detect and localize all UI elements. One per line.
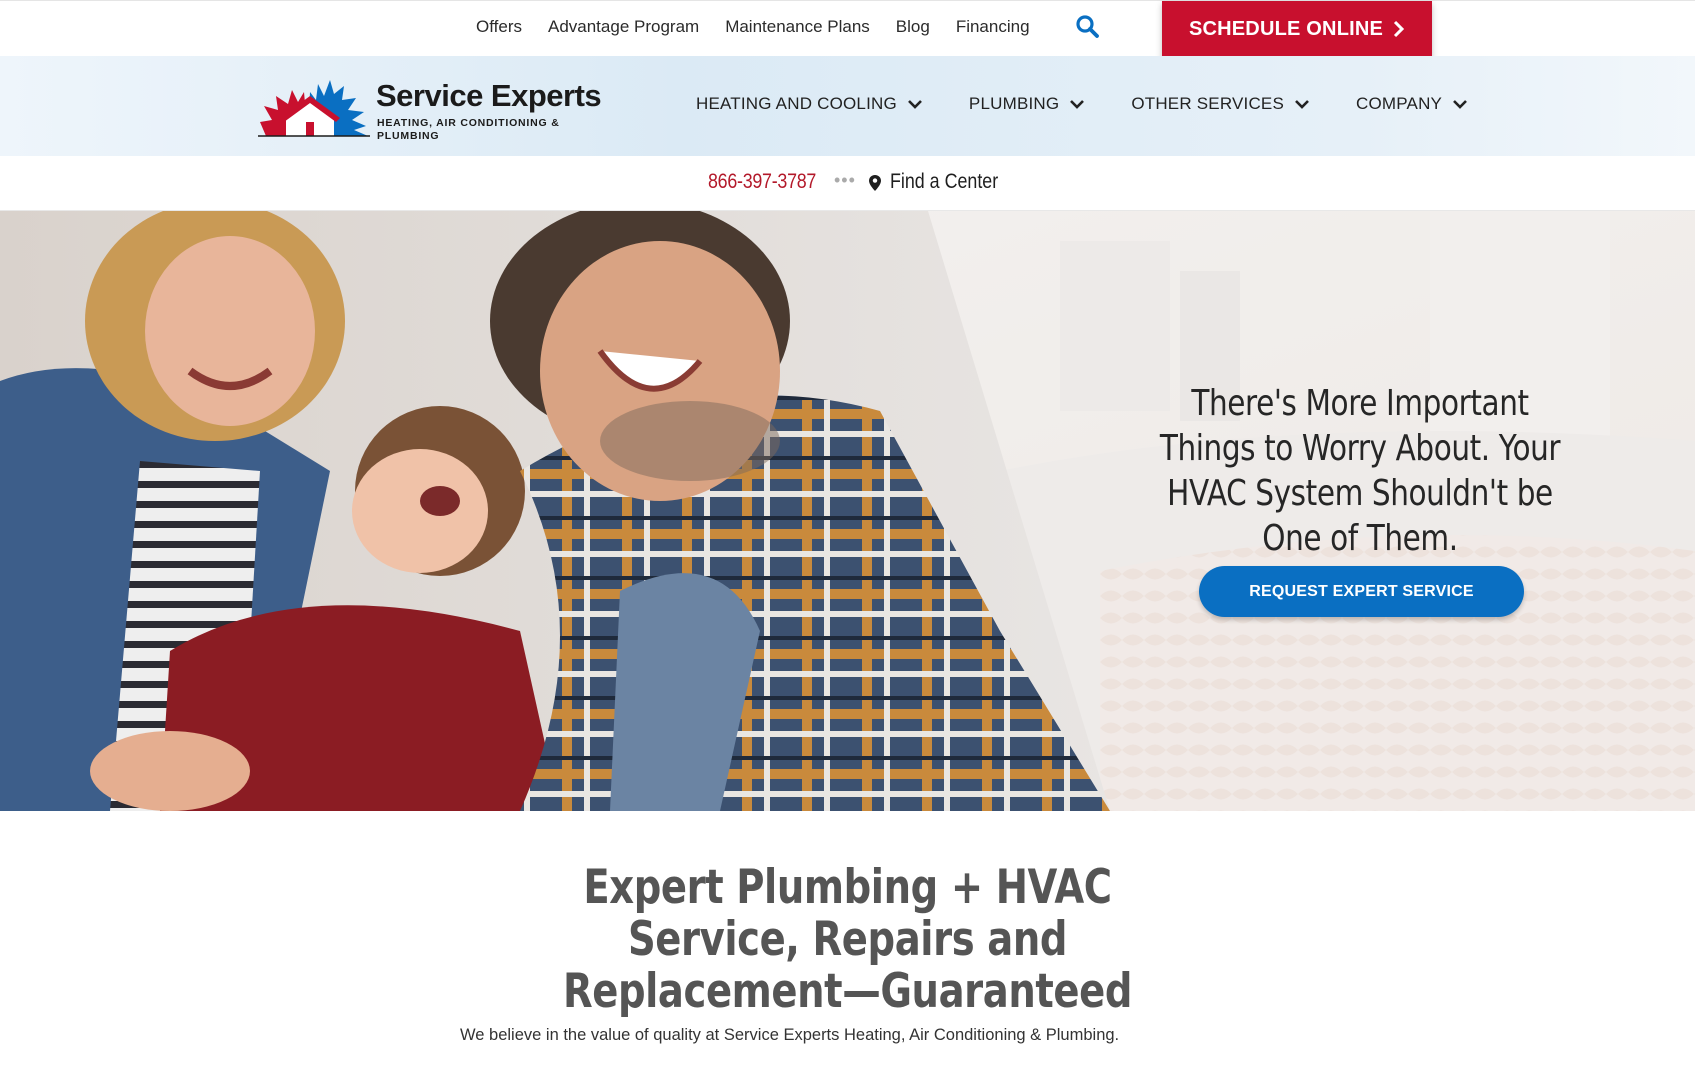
separator-dots: ••• [834,170,856,190]
utility-bar: Offers Advantage Program Maintenance Pla… [0,0,1695,57]
logo-wordmark: Service Experts [376,78,602,113]
chevron-right-icon [1394,20,1405,38]
nav-plumbing-label: PLUMBING [968,94,1060,113]
map-pin-icon [869,175,881,191]
site-logo[interactable]: Service Experts HEATING, AIR CONDITIONIN… [258,70,602,142]
find-a-center-link[interactable]: Find a Center [890,170,998,194]
main-nav: Service Experts HEATING, AIR CONDITIONIN… [0,56,1695,156]
chevron-down-icon [1070,100,1085,109]
hero-family-photo [0,211,1110,811]
request-expert-service-button[interactable]: REQUEST EXPERT SERVICE [1199,566,1524,617]
hero-banner: There's More Important Things to Worry A… [0,211,1695,811]
schedule-online-button[interactable]: SCHEDULE ONLINE [1162,1,1432,57]
nav-other-services-label: OTHER SERVICES [1131,94,1284,113]
nav-heating-and-cooling-label: HEATING AND COOLING [696,94,897,113]
logo-icon [258,80,370,137]
phone-link[interactable]: 866-397-3787 [708,170,816,194]
nav-plumbing[interactable]: PLUMBING [969,94,1085,114]
intro-title: Expert Plumbing + HVAC Service, Repairs … [562,860,1133,1019]
utility-links: Offers Advantage Program Maintenance Pla… [476,15,1056,39]
nav-heating-and-cooling[interactable]: HEATING AND COOLING [696,94,923,114]
utility-link-blog[interactable]: Blog [896,15,930,39]
nav-company-label: COMPANY [1356,94,1443,113]
utility-link-maintenance-plans[interactable]: Maintenance Plans [725,15,870,39]
nav-company[interactable]: COMPANY [1356,94,1468,114]
nav-other-services[interactable]: OTHER SERVICES [1131,94,1310,114]
chevron-down-icon [1295,100,1309,109]
logo-tagline: HEATING, AIR CONDITIONING & PLUMBING [377,117,560,142]
utility-link-financing[interactable]: Financing [956,15,1030,39]
intro-text: We believe in the value of quality at Se… [460,1026,1120,1044]
utility-link-offers[interactable]: Offers [476,15,522,39]
search-button[interactable] [1074,13,1102,41]
chevron-down-icon [907,100,922,109]
schedule-online-label: SCHEDULE ONLINE [1188,17,1384,40]
contact-bar: 866-397-3787 ••• Find a Center [0,156,1695,211]
search-icon [1076,15,1099,38]
hero-heading: There's More Important Things to Worry A… [1159,383,1561,559]
primary-nav: HEATING AND COOLING PLUMBING OTHER SERVI… [696,94,1514,114]
chevron-down-icon [1453,100,1468,109]
utility-link-advantage-program[interactable]: Advantage Program [548,15,699,39]
